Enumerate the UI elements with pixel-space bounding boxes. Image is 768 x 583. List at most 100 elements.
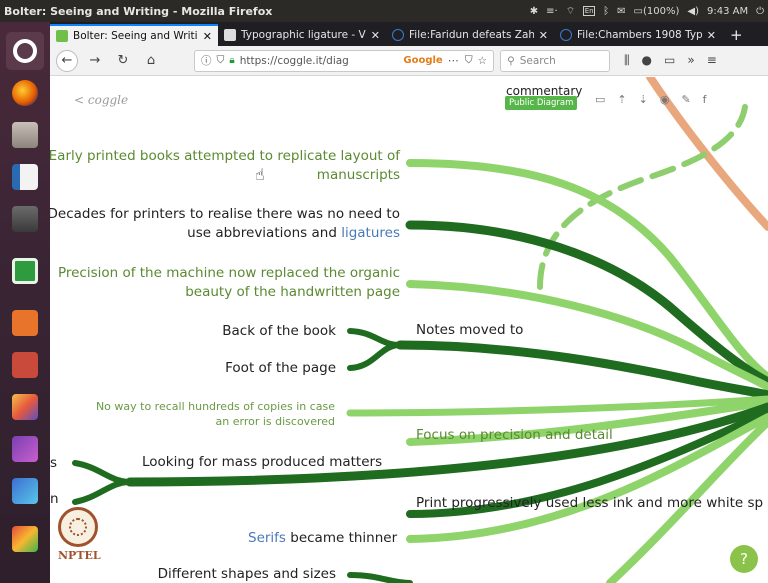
node-no-way[interactable]: No way to recall hundreds of copies in c…: [50, 399, 335, 429]
branch-different-shapes: [347, 572, 413, 583]
node-notes-moved[interactable]: Notes moved to: [416, 321, 523, 340]
writer-launcher[interactable]: [6, 158, 44, 196]
lock-icon[interactable]: 🔒︎: [229, 55, 234, 66]
node-mass-produced[interactable]: Looking for mass produced matters: [142, 453, 382, 472]
node-decades-line1: Decades for printers to realise there wa…: [50, 206, 400, 222]
tab-close-icon[interactable]: ✕: [203, 30, 212, 43]
calc-launcher[interactable]: [6, 252, 44, 290]
pocket-icon[interactable]: ⛉: [465, 54, 473, 67]
app-launcher-4[interactable]: [6, 520, 44, 558]
overflow-icon[interactable]: »: [687, 53, 694, 68]
node-precision-machine[interactable]: Precision of the machine now replaced th…: [50, 264, 400, 302]
tab-label: File:Chambers 1908 Typ: [577, 29, 702, 41]
tab-close-icon[interactable]: ✕: [371, 29, 380, 42]
sidebar-icon[interactable]: ▭: [664, 53, 675, 68]
bookmark-star-icon[interactable]: ☆: [478, 55, 487, 67]
branch-mass-left-top: [72, 460, 133, 485]
software-center-icon: [12, 310, 38, 336]
clock[interactable]: 9:43 AM: [707, 6, 748, 17]
speech-bubble-icon[interactable]: ●: [642, 53, 652, 68]
branch-dashed-commentary: [537, 104, 748, 290]
back-button[interactable]: ←: [56, 49, 78, 72]
upload-icon[interactable]: ⇡: [617, 93, 626, 106]
firefox-icon: [12, 80, 38, 106]
nptel-brand: NPTEL: [58, 549, 101, 562]
settings-launcher[interactable]: [6, 346, 44, 384]
new-tab-button[interactable]: +: [722, 24, 751, 46]
branch-foot-of-page: [347, 342, 403, 371]
loading-favicon-icon: [392, 29, 404, 41]
shield-icon[interactable]: ⛉: [217, 54, 225, 67]
bluetooth-icon[interactable]: ᛒ: [603, 6, 609, 17]
node-serifs-text: became thinner: [285, 530, 398, 546]
node-focus-precision[interactable]: Focus on precision and detail: [416, 426, 613, 445]
battery-icon: ▭: [633, 5, 643, 17]
share-icon[interactable]: ✎: [681, 93, 690, 106]
app-launcher-2[interactable]: [6, 430, 44, 468]
comment-icon[interactable]: ▭: [595, 93, 605, 106]
search-box[interactable]: ⚲ Search: [500, 49, 610, 72]
download-icon[interactable]: ⇣: [639, 93, 648, 106]
app-launcher-1[interactable]: [6, 388, 44, 426]
settings-icon: [12, 352, 38, 378]
node-different-shapes[interactable]: Different shapes and sizes: [150, 565, 336, 583]
writer-icon: [12, 164, 38, 190]
url-text[interactable]: https://coggle.it/diag: [240, 55, 399, 67]
node-decades[interactable]: Decades for printers to realise there wa…: [50, 205, 400, 243]
tab-label: File:Faridun defeats Zah: [409, 29, 534, 41]
coggle-back-link[interactable]: < coggle: [74, 93, 128, 107]
home-button[interactable]: ⌂: [140, 50, 162, 72]
mail-icon[interactable]: ✉: [617, 6, 625, 17]
impress-launcher[interactable]: [6, 200, 44, 238]
node-print-progressively[interactable]: Print progressively used less ink and mo…: [416, 494, 763, 513]
tab-close-icon[interactable]: ✕: [707, 29, 716, 42]
dash-button[interactable]: [6, 32, 44, 70]
app-launcher-3[interactable]: [6, 472, 44, 510]
page-actions-icon[interactable]: ⋯: [448, 54, 460, 67]
node-early-printed-line1: Early printed books attempted to replica…: [50, 148, 400, 164]
wikipedia-favicon-icon: [224, 29, 236, 41]
node-back-of-book[interactable]: Back of the book: [180, 322, 336, 341]
help-button[interactable]: ?: [730, 545, 758, 573]
coggle-canvas[interactable]: < coggle commentary Public Diagram ▭ ⇡ ⇣…: [50, 77, 768, 583]
system-tray: ✱ ≡· ⌔ En ᛒ ✉ ▭(100%) ◀) 9:43 AM ⏻: [530, 5, 768, 18]
battery-level: (100%): [642, 5, 680, 17]
tab-typographic-ligature[interactable]: Typographic ligature - V ✕: [218, 24, 386, 46]
avatar[interactable]: ◉: [660, 93, 670, 106]
nptel-logo-icon: [58, 507, 98, 547]
reload-button[interactable]: ↻: [112, 50, 134, 72]
tab-label: Bolter: Seeing and Writi: [73, 30, 198, 42]
calc-icon: [12, 258, 38, 284]
app-2-icon: [12, 436, 38, 462]
forward-button[interactable]: →: [84, 50, 106, 72]
keyboard-layout-indicator[interactable]: En: [583, 6, 596, 16]
info-icon[interactable]: ⓘ: [201, 53, 212, 68]
power-icon[interactable]: ⏻: [756, 6, 764, 17]
tab-faridun[interactable]: File:Faridun defeats Zah ✕: [386, 24, 554, 46]
firefox-launcher[interactable]: [6, 74, 44, 112]
menu-icon[interactable]: ≡·: [546, 6, 558, 17]
library-icon[interactable]: ⫼: [624, 53, 630, 68]
hamburger-menu-icon[interactable]: ≡: [707, 53, 717, 68]
ligatures-link[interactable]: ligatures: [341, 225, 400, 241]
url-bar[interactable]: ⓘ ⛉ 🔒︎ https://coggle.it/diag Google ⋯ ⛉…: [194, 49, 494, 72]
battery-indicator[interactable]: ▭(100%): [634, 6, 680, 17]
serifs-link[interactable]: Serifs: [248, 530, 286, 546]
branch-mass-left-bottom: [72, 479, 133, 505]
tab-coggle[interactable]: Bolter: Seeing and Writi ✕: [50, 24, 218, 46]
network-icon[interactable]: ✱: [530, 6, 538, 17]
tab-chambers[interactable]: File:Chambers 1908 Typ ✕: [554, 24, 722, 46]
toolbar-icons: ⫼ ● ▭ » ≡: [624, 53, 717, 68]
branch-back-of-book: [347, 328, 403, 348]
node-serifs[interactable]: Serifs became thinner: [248, 529, 397, 548]
node-left-edge-1[interactable]: s: [50, 454, 57, 473]
software-center-launcher[interactable]: [6, 304, 44, 342]
wifi-icon[interactable]: ⌔: [566, 5, 575, 18]
files-launcher[interactable]: [6, 116, 44, 154]
tab-close-icon[interactable]: ✕: [539, 29, 548, 42]
node-foot-of-page[interactable]: Foot of the page: [180, 359, 336, 378]
google-search-badge[interactable]: Google: [403, 55, 442, 66]
node-early-printed[interactable]: Early printed books attempted to replica…: [50, 147, 400, 185]
text-format-icon[interactable]: f: [703, 93, 707, 106]
volume-icon[interactable]: ◀): [687, 6, 699, 17]
